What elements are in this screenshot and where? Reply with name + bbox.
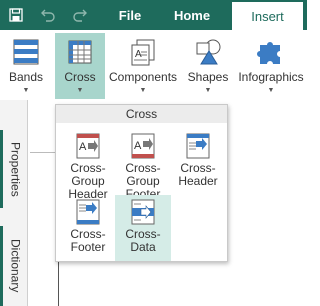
bands-button[interactable]: Bands ▼ (2, 33, 50, 99)
shapes-label: Shapes (187, 70, 229, 84)
tab-insert[interactable]: Insert (232, 2, 303, 30)
shapes-icon (192, 35, 224, 69)
cross-dropdown: Cross A Cross- Group Header A Cross- Gro… (55, 104, 228, 262)
dropdown-title: Cross (56, 105, 227, 123)
infographics-label: Infographics (238, 70, 304, 84)
item-label: Cross- Header (178, 161, 218, 188)
bands-icon (10, 35, 42, 69)
save-icon[interactable] (4, 0, 28, 30)
cross-data-icon (131, 199, 155, 225)
side-panel: Properties Dictionary (0, 100, 28, 306)
redo-icon[interactable] (68, 0, 92, 30)
chevron-down-icon: ▼ (139, 87, 147, 94)
cross-group-footer-item[interactable]: A Cross- Group Footer (115, 129, 171, 201)
infographics-button[interactable]: Infographics ▼ (238, 33, 304, 99)
tab-file[interactable]: File (108, 0, 152, 30)
dictionary-label: Dictionary (8, 239, 23, 293)
chevron-down-icon: ▼ (267, 87, 275, 94)
properties-label: Properties (8, 141, 23, 197)
cross-header-item[interactable]: Cross- Header (170, 129, 226, 193)
cross-icon (64, 35, 96, 69)
cross-footer-item[interactable]: Cross- Footer (60, 195, 116, 259)
cross-button[interactable]: Cross ▼ (55, 33, 105, 99)
cross-group-header-item[interactable]: A Cross- Group Header (60, 129, 116, 201)
svg-text:A: A (134, 140, 142, 152)
svg-text:A: A (135, 49, 142, 60)
chevron-down-icon: ▼ (204, 87, 212, 94)
components-label: Components (108, 70, 178, 84)
bands-label: Bands (8, 70, 44, 84)
ribbon: Bands ▼ Cross ▼ A Components ▼ Shapes ▼ … (0, 30, 307, 100)
shapes-button[interactable]: Shapes ▼ (184, 33, 232, 99)
undo-icon[interactable] (36, 0, 60, 30)
cross-group-footer-icon: A (131, 133, 155, 159)
tab-dictionary[interactable]: Dictionary (0, 226, 28, 306)
components-button[interactable]: A Components ▼ (108, 33, 178, 99)
item-label: Cross- Data (125, 227, 161, 254)
cross-data-item[interactable]: Cross- Data (115, 195, 171, 261)
ruler-line (30, 152, 58, 153)
chevron-down-icon: ▼ (22, 87, 30, 94)
cross-header-icon (186, 133, 210, 159)
cross-footer-icon (76, 199, 100, 225)
cross-group-header-icon: A (76, 133, 100, 159)
item-label: Cross- Footer (70, 227, 106, 254)
svg-text:A: A (79, 141, 87, 153)
tab-home[interactable]: Home (164, 0, 220, 30)
chevron-down-icon: ▼ (76, 87, 84, 94)
cross-label: Cross (64, 70, 96, 84)
title-bar: File Home Insert (0, 0, 307, 30)
puzzle-icon (255, 35, 287, 69)
tab-properties[interactable]: Properties (0, 130, 28, 208)
components-icon: A (127, 35, 159, 69)
